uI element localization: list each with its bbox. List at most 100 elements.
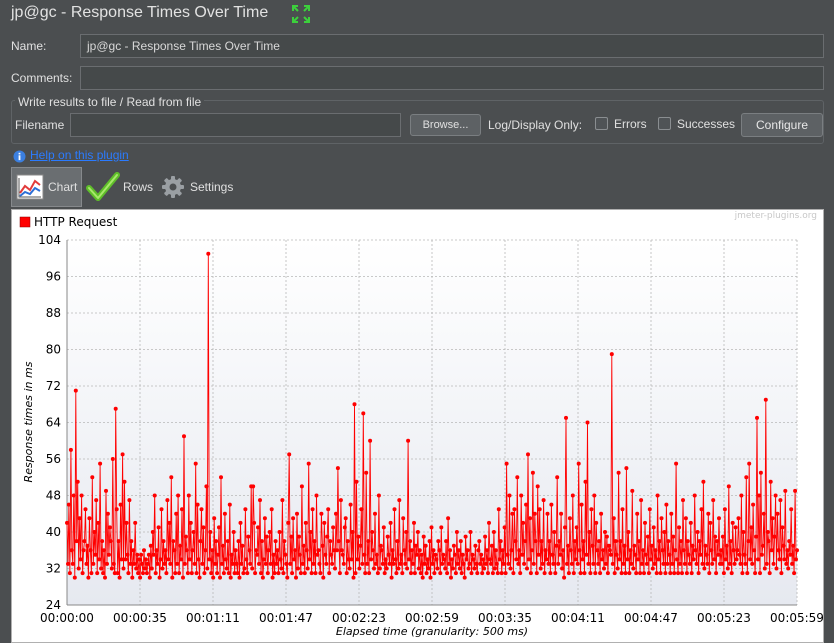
data-point <box>635 511 640 516</box>
data-point <box>220 543 225 548</box>
data-point <box>347 566 352 571</box>
data-point <box>288 561 293 566</box>
data-point <box>402 548 407 553</box>
data-point <box>725 566 730 571</box>
data-point <box>176 493 181 498</box>
data-point <box>389 575 394 580</box>
browse-button[interactable]: Browse... <box>410 114 481 136</box>
data-point <box>237 575 242 580</box>
data-point <box>510 511 515 516</box>
data-point <box>275 548 280 553</box>
data-point <box>333 566 337 571</box>
data-point <box>487 520 491 525</box>
data-point <box>662 530 667 534</box>
data-point <box>685 539 690 544</box>
legend-swatch <box>19 216 31 228</box>
data-point <box>125 552 130 557</box>
comments-field[interactable] <box>80 66 824 90</box>
data-point <box>193 461 198 466</box>
data-point <box>400 571 405 576</box>
data-point <box>206 251 211 256</box>
data-point <box>358 543 363 548</box>
data-point <box>263 561 268 566</box>
data-point <box>158 557 163 562</box>
data-point <box>741 530 746 534</box>
data-point <box>241 571 246 576</box>
configure-button[interactable]: Configure <box>741 113 823 137</box>
successes-checkbox[interactable] <box>658 117 671 130</box>
data-point <box>433 552 438 557</box>
data-point <box>454 530 459 534</box>
data-point <box>312 539 317 544</box>
data-point <box>648 557 653 562</box>
data-point <box>463 534 468 539</box>
filename-label: Filename <box>15 118 65 132</box>
data-point <box>416 566 421 571</box>
data-point <box>169 475 174 480</box>
data-point <box>375 571 380 576</box>
data-point <box>477 539 482 544</box>
data-point <box>311 561 316 566</box>
data-point <box>339 548 344 553</box>
data-point <box>446 516 451 521</box>
help-link[interactable]: Help on this plugin <box>30 148 129 162</box>
data-point <box>309 571 314 576</box>
data-point <box>600 557 605 562</box>
data-point <box>123 557 128 562</box>
name-field[interactable]: jp@gc - Response Times Over Time <box>80 34 824 58</box>
data-point <box>268 561 273 566</box>
data-point <box>719 548 723 553</box>
data-point <box>557 539 562 544</box>
data-point <box>394 571 399 576</box>
data-point <box>592 493 597 498</box>
data-point <box>525 566 529 571</box>
data-point <box>215 571 220 576</box>
data-point <box>378 543 383 548</box>
data-point <box>697 539 702 544</box>
data-point <box>184 548 189 553</box>
data-point <box>73 388 78 393</box>
data-point <box>564 415 568 420</box>
data-point <box>713 534 718 539</box>
data-point <box>448 548 452 553</box>
data-point <box>436 539 441 544</box>
data-point <box>763 397 768 402</box>
data-point <box>761 511 766 516</box>
tab-rows[interactable]: Rows <box>86 167 158 207</box>
data-point <box>162 561 167 566</box>
data-point <box>748 557 753 562</box>
data-point <box>285 575 290 580</box>
tab-settings[interactable]: Settings <box>161 167 241 207</box>
data-point <box>672 571 677 576</box>
tab-chart[interactable]: Chart <box>11 167 82 207</box>
data-point <box>439 525 444 530</box>
data-point <box>475 571 480 576</box>
data-point <box>779 571 784 576</box>
expand-icon[interactable] <box>292 5 310 23</box>
data-point <box>670 561 675 566</box>
window-title: jp@gc - Response Times Over Time <box>11 4 269 21</box>
data-point <box>69 548 74 553</box>
watermark: jmeter-plugins.org <box>734 211 817 221</box>
data-point <box>404 530 409 534</box>
data-point <box>506 561 511 566</box>
data-point <box>588 571 593 576</box>
data-point <box>146 552 151 557</box>
data-point <box>577 548 582 553</box>
data-point <box>182 434 186 439</box>
data-point <box>467 561 472 566</box>
data-point <box>238 520 243 525</box>
data-point <box>351 575 356 580</box>
data-point <box>752 548 757 553</box>
data-point <box>486 571 490 576</box>
data-point <box>100 539 105 544</box>
filename-field[interactable] <box>70 113 401 137</box>
data-point <box>695 530 700 534</box>
data-point <box>710 561 715 566</box>
errors-checkbox[interactable] <box>595 117 608 130</box>
data-point <box>409 571 413 576</box>
data-point <box>229 552 234 557</box>
data-point <box>359 507 364 512</box>
data-point <box>671 534 676 539</box>
y-tick-label: 32 <box>46 562 61 576</box>
